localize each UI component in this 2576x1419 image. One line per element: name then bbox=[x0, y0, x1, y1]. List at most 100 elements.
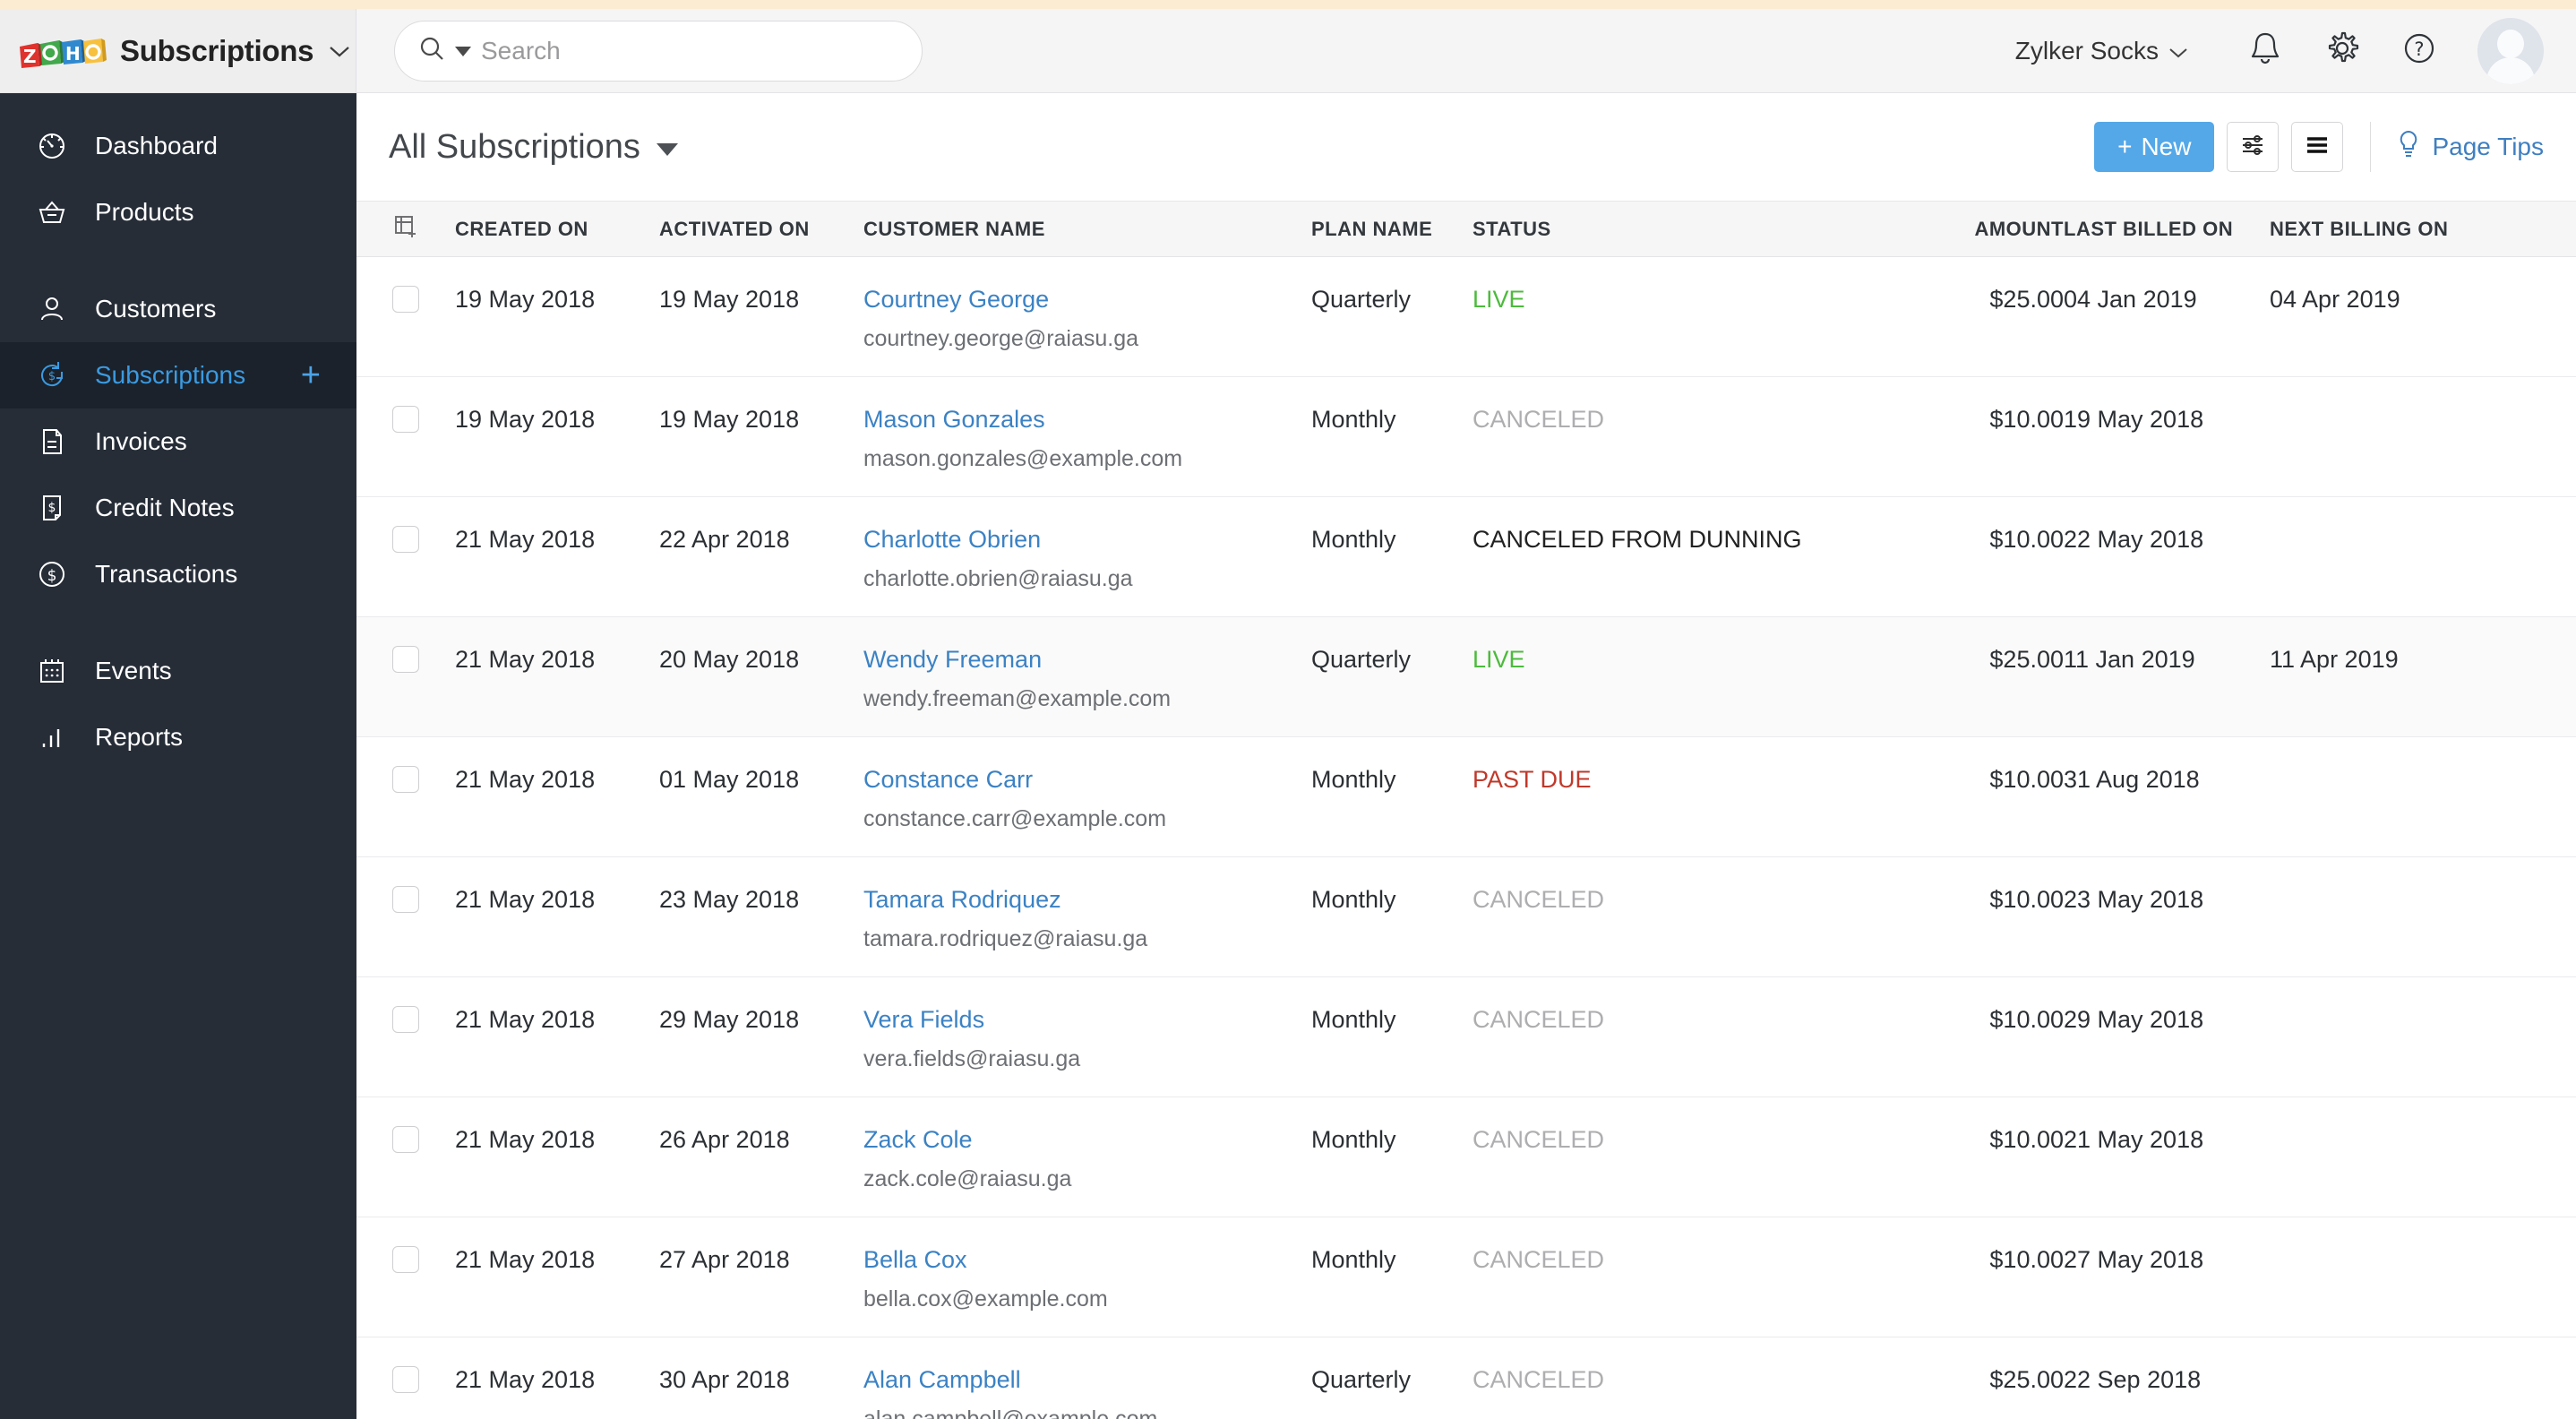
add-subscription-plus-icon[interactable]: + bbox=[301, 358, 321, 392]
search-box[interactable] bbox=[394, 20, 923, 82]
row-checkbox[interactable] bbox=[392, 286, 419, 313]
column-header-created-on[interactable]: CREATED ON bbox=[455, 201, 659, 257]
cell-created-on: 21 May 2018 bbox=[455, 736, 659, 857]
cell-last-billed-on: 11 Jan 2019 bbox=[2064, 616, 2270, 737]
dollar-circle-icon: $ bbox=[34, 558, 70, 590]
cell-spacer bbox=[2538, 616, 2576, 737]
table-row[interactable]: 21 May 2018 20 May 2018 Wendy Freeman wendy… bbox=[356, 616, 2576, 737]
cell-plan-name: Quarterly bbox=[1311, 616, 1473, 737]
row-select-cell[interactable] bbox=[356, 976, 455, 1097]
table-row[interactable]: 21 May 2018 29 May 2018 Vera Fields vera.fi… bbox=[356, 976, 2576, 1097]
table-row[interactable]: 21 May 2018 23 May 2018 Tamara Rodriquez ta… bbox=[356, 856, 2576, 977]
row-select-cell[interactable] bbox=[356, 256, 455, 377]
filter-settings-button[interactable] bbox=[2227, 122, 2280, 172]
table-row[interactable]: 21 May 2018 26 Apr 2018 Zack Cole zack.cole… bbox=[356, 1096, 2576, 1217]
row-checkbox[interactable] bbox=[392, 1006, 419, 1033]
sliders-icon bbox=[2239, 132, 2266, 163]
notifications-button[interactable] bbox=[2227, 13, 2304, 90]
row-checkbox[interactable] bbox=[392, 1126, 419, 1153]
add-column-header[interactable] bbox=[356, 201, 455, 257]
table-row[interactable]: 21 May 2018 22 Apr 2018 Charlotte Obrien ch… bbox=[356, 496, 2576, 617]
row-select-cell[interactable] bbox=[356, 736, 455, 857]
page-tips-button[interactable]: Page Tips bbox=[2396, 129, 2544, 166]
row-checkbox[interactable] bbox=[392, 1366, 419, 1393]
table-row[interactable]: 21 May 2018 27 Apr 2018 Bella Cox bella.cox… bbox=[356, 1217, 2576, 1337]
sidebar-item-products[interactable]: Products bbox=[0, 179, 356, 245]
calendar-icon bbox=[34, 655, 70, 687]
row-checkbox[interactable] bbox=[392, 886, 419, 913]
bar-chart-icon bbox=[34, 721, 70, 753]
cell-created-on: 21 May 2018 bbox=[455, 976, 659, 1097]
customer-name-link[interactable]: Wendy Freeman bbox=[863, 646, 1311, 674]
search-scope-caret-down-icon[interactable] bbox=[455, 47, 471, 56]
customer-name-link[interactable]: Zack Cole bbox=[863, 1126, 1311, 1154]
sidebar-item-reports[interactable]: Reports bbox=[0, 704, 356, 770]
customer-email: zack.cole@raiasu.ga bbox=[863, 1166, 1072, 1191]
table-row[interactable]: 19 May 2018 19 May 2018 Mason Gonzales maso… bbox=[356, 376, 2576, 497]
row-checkbox[interactable] bbox=[392, 526, 419, 553]
settings-button[interactable] bbox=[2304, 13, 2381, 90]
column-header-plan-name[interactable]: PLAN NAME bbox=[1311, 201, 1473, 257]
table-row[interactable]: 21 May 2018 30 Apr 2018 Alan Campbell alan.… bbox=[356, 1337, 2576, 1419]
search-input[interactable] bbox=[481, 36, 898, 65]
customer-name-link[interactable]: Mason Gonzales bbox=[863, 406, 1311, 434]
cell-amount: $10.00 bbox=[1849, 1217, 2064, 1337]
customer-name-link[interactable]: Courtney George bbox=[863, 286, 1311, 314]
cell-amount: $25.00 bbox=[1849, 616, 2064, 737]
row-select-cell[interactable] bbox=[356, 616, 455, 737]
cell-spacer bbox=[2538, 856, 2576, 977]
sidebar-item-credit-notes[interactable]: $ Credit Notes bbox=[0, 475, 356, 541]
sidebar-item-customers[interactable]: Customers bbox=[0, 276, 356, 342]
sidebar-item-transactions[interactable]: $ Transactions bbox=[0, 541, 356, 607]
customer-name-link[interactable]: Bella Cox bbox=[863, 1246, 1311, 1274]
column-header-amount[interactable]: AMOUNT bbox=[1849, 201, 2064, 257]
cell-activated-on: 01 May 2018 bbox=[659, 736, 863, 857]
avatar[interactable] bbox=[2477, 17, 2544, 84]
row-checkbox[interactable] bbox=[392, 646, 419, 673]
list-view-button[interactable] bbox=[2291, 122, 2344, 172]
sidebar-item-invoices[interactable]: Invoices bbox=[0, 408, 356, 475]
row-checkbox[interactable] bbox=[392, 766, 419, 793]
row-select-cell[interactable] bbox=[356, 376, 455, 497]
row-select-cell[interactable] bbox=[356, 496, 455, 617]
row-select-cell[interactable] bbox=[356, 1096, 455, 1217]
column-header-activated-on[interactable]: ACTIVATED ON bbox=[659, 201, 863, 257]
new-button[interactable]: + New bbox=[2094, 122, 2215, 172]
cell-activated-on: 26 Apr 2018 bbox=[659, 1096, 863, 1217]
brand-area[interactable]: Z H Subscriptions bbox=[0, 9, 356, 92]
view-selector[interactable]: All Subscriptions bbox=[389, 128, 678, 167]
customer-name-link[interactable]: Alan Campbell bbox=[863, 1366, 1311, 1394]
cell-activated-on: 19 May 2018 bbox=[659, 256, 863, 377]
organization-name: Zylker Socks bbox=[2014, 36, 2159, 64]
customer-name-link[interactable]: Constance Carr bbox=[863, 766, 1311, 794]
table-row[interactable]: 21 May 2018 01 May 2018 Constance Carr cons… bbox=[356, 736, 2576, 857]
table-row[interactable]: 19 May 2018 19 May 2018 Courtney George cou… bbox=[356, 256, 2576, 377]
customer-name-link[interactable]: Charlotte Obrien bbox=[863, 526, 1311, 554]
column-header-next-billing-on[interactable]: NEXT BILLING ON bbox=[2270, 201, 2538, 257]
sidebar-item-events[interactable]: Events bbox=[0, 638, 356, 704]
organization-switcher[interactable]: Zylker Socks bbox=[2015, 37, 2189, 65]
cell-plan-name: Monthly bbox=[1311, 736, 1473, 857]
status-badge: LIVE bbox=[1473, 286, 1525, 313]
brand-chevron-down-icon[interactable] bbox=[328, 44, 351, 63]
customer-name-link[interactable]: Tamara Rodriquez bbox=[863, 886, 1311, 914]
cell-created-on: 21 May 2018 bbox=[455, 856, 659, 977]
customer-name-link[interactable]: Vera Fields bbox=[863, 1006, 1311, 1034]
svg-text:Z: Z bbox=[23, 46, 37, 67]
row-select-cell[interactable] bbox=[356, 856, 455, 977]
sidebar-item-label: Products bbox=[95, 198, 194, 226]
column-header-customer-name[interactable]: CUSTOMER NAME bbox=[863, 201, 1311, 257]
header-actions: Zylker Socks ? bbox=[2015, 9, 2576, 92]
row-checkbox[interactable] bbox=[392, 406, 419, 433]
customer-email: bella.cox@example.com bbox=[863, 1286, 1108, 1312]
row-select-cell[interactable] bbox=[356, 1337, 455, 1419]
sidebar-item-subscriptions[interactable]: $ Subscriptions + bbox=[0, 342, 356, 408]
column-header-status[interactable]: STATUS bbox=[1473, 201, 1849, 257]
column-header-last-billed-on[interactable]: LAST BILLED ON bbox=[2064, 201, 2270, 257]
table-search-header[interactable] bbox=[2538, 201, 2576, 257]
cell-last-billed-on: 29 May 2018 bbox=[2064, 976, 2270, 1097]
row-checkbox[interactable] bbox=[392, 1246, 419, 1273]
row-select-cell[interactable] bbox=[356, 1217, 455, 1337]
help-button[interactable]: ? bbox=[2381, 13, 2458, 90]
sidebar-item-dashboard[interactable]: Dashboard bbox=[0, 113, 356, 179]
